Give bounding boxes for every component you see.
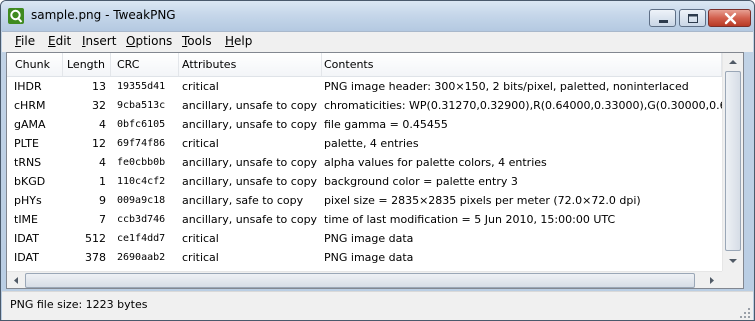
table-row[interactable]: IDAT 512 ce1f4dd7 critical PNG image dat… (7, 229, 722, 248)
table-row[interactable]: bKGD 1 110c4cf2 ancillary, unsafe to cop… (7, 172, 722, 191)
cell-attributes: ancillary, unsafe to copy (182, 118, 318, 131)
cell-attributes: ancillary, unsafe to copy (182, 156, 318, 169)
cell-crc: 69f74f86 (117, 138, 166, 149)
cell-attributes: ancillary, unsafe to copy (182, 213, 318, 226)
cell-crc: ccb3d746 (117, 214, 166, 225)
cell-chunk: gAMA (14, 118, 46, 131)
cell-length: 4 (99, 118, 106, 131)
cell-contents: file gamma = 0.45455 (324, 118, 448, 131)
cell-length: 32 (92, 99, 106, 112)
table-row[interactable]: tRNS 4 fe0cbb0b ancillary, unsafe to cop… (7, 153, 722, 172)
menu-file[interactable]: File (15, 34, 35, 48)
cell-length: 378 (85, 251, 106, 264)
cell-attributes: ancillary, unsafe to copy (182, 99, 318, 112)
rows-container: IHDR 13 19355d41 critical PNG image head… (7, 77, 724, 267)
minimize-icon (659, 20, 668, 23)
title-bar[interactable]: sample.png - TweakPNG (1, 1, 754, 31)
app-window: sample.png - TweakPNG File Edit Insert O… (0, 0, 755, 321)
table-row[interactable]: cHRM 32 9cba513c ancillary, unsafe to co… (7, 96, 724, 115)
scroll-left-arrow-icon[interactable] (8, 273, 24, 288)
horizontal-scrollbar[interactable] (7, 271, 722, 288)
table-row[interactable]: tIME 7 ccb3d746 ancillary, unsafe to cop… (7, 210, 722, 229)
cell-chunk: bKGD (14, 175, 46, 188)
cell-attributes: ancillary, unsafe to copy (182, 175, 318, 188)
cell-crc: 2690aab2 (117, 252, 166, 263)
cell-contents: palette, 4 entries (324, 137, 419, 150)
cell-length: 9 (99, 194, 106, 207)
cell-attributes: critical (182, 251, 219, 264)
close-icon (724, 12, 737, 25)
cell-length: 12 (92, 137, 106, 150)
vertical-scrollbar[interactable] (722, 53, 743, 271)
chunk-list[interactable]: Chunk Length CRC Attributes Contents IHD… (6, 52, 744, 289)
scroll-right-arrow-icon[interactable] (704, 273, 720, 288)
window-title: sample.png - TweakPNG (31, 8, 176, 22)
vertical-scroll-thumb[interactable] (725, 71, 741, 251)
table-row[interactable]: gAMA 4 0bfc6105 ancillary, unsafe to cop… (7, 115, 722, 134)
cell-crc: 19355d41 (117, 81, 166, 92)
maximize-button[interactable] (679, 9, 706, 27)
cell-contents: chromaticities: WP(0.31270,0.32900),R(0.… (324, 99, 724, 112)
cell-contents: PNG image data (324, 251, 414, 264)
table-row[interactable]: IDAT 378 2690aab2 critical PNG image dat… (7, 248, 722, 267)
menu-help[interactable]: Help (225, 34, 252, 48)
cell-attributes: critical (182, 232, 219, 245)
cell-attributes: critical (182, 137, 219, 150)
column-header-attributes[interactable]: Attributes (179, 53, 322, 76)
maximize-icon (688, 14, 698, 23)
scroll-up-arrow-icon[interactable] (725, 54, 741, 70)
menu-edit[interactable]: Edit (48, 34, 71, 48)
scroll-down-arrow-icon[interactable] (725, 253, 741, 269)
resize-grip-icon[interactable] (739, 307, 751, 319)
cell-contents: alpha values for palette colors, 4 entri… (324, 156, 547, 169)
cell-contents: time of last modification = 5 Jun 2010, … (324, 213, 616, 226)
cell-attributes: ancillary, safe to copy (182, 194, 304, 207)
menu-bar: File Edit Insert Options Tools Help (2, 31, 753, 52)
column-header-length[interactable]: Length (63, 53, 111, 76)
list-header: Chunk Length CRC Attributes Contents (7, 53, 722, 77)
cell-length: 13 (92, 80, 106, 93)
cell-chunk: tRNS (14, 156, 42, 169)
status-text: PNG file size: 1223 bytes (10, 298, 148, 311)
table-row[interactable]: pHYs 9 009a9c18 ancillary, safe to copy … (7, 191, 722, 210)
cell-chunk: PLTE (14, 137, 39, 150)
cell-crc: fe0cbb0b (117, 157, 166, 168)
cell-length: 512 (85, 232, 106, 245)
cell-chunk: pHYs (14, 194, 42, 207)
cell-chunk: cHRM (14, 99, 46, 112)
cell-crc: 009a9c18 (117, 195, 166, 206)
column-header-chunk[interactable]: Chunk (7, 53, 63, 76)
cell-length: 1 (99, 175, 106, 188)
menu-tools[interactable]: Tools (182, 34, 212, 48)
table-row[interactable]: IHDR 13 19355d41 critical PNG image head… (7, 77, 722, 96)
menu-insert[interactable]: Insert (82, 34, 116, 48)
cell-chunk: IDAT (14, 232, 39, 245)
horizontal-scroll-thumb[interactable] (25, 273, 695, 288)
cell-crc: 110c4cf2 (117, 176, 166, 187)
cell-crc: 9cba513c (117, 100, 166, 111)
cell-contents: background color = palette entry 3 (324, 175, 518, 188)
cell-chunk: IHDR (14, 80, 42, 93)
app-icon[interactable] (8, 8, 24, 24)
cell-crc: ce1f4dd7 (117, 233, 166, 244)
minimize-button[interactable] (649, 9, 676, 27)
column-header-contents[interactable]: Contents (322, 53, 722, 76)
column-header-crc[interactable]: CRC (111, 53, 179, 76)
cell-length: 4 (99, 156, 106, 169)
cell-chunk: tIME (14, 213, 38, 226)
menu-options[interactable]: Options (126, 34, 172, 48)
cell-crc: 0bfc6105 (117, 119, 166, 130)
close-button[interactable] (708, 9, 751, 27)
table-row[interactable]: PLTE 12 69f74f86 critical palette, 4 ent… (7, 134, 722, 153)
cell-chunk: IDAT (14, 251, 39, 264)
cell-attributes: critical (182, 80, 219, 93)
cell-contents: pixel size = 2835×2835 pixels per meter … (324, 194, 641, 207)
cell-contents: PNG image data (324, 232, 414, 245)
scrollbar-corner (722, 271, 743, 288)
cell-length: 7 (99, 213, 106, 226)
cell-contents: PNG image header: 300×150, 2 bits/pixel,… (324, 80, 689, 93)
status-bar: PNG file size: 1223 bytes (2, 291, 753, 320)
